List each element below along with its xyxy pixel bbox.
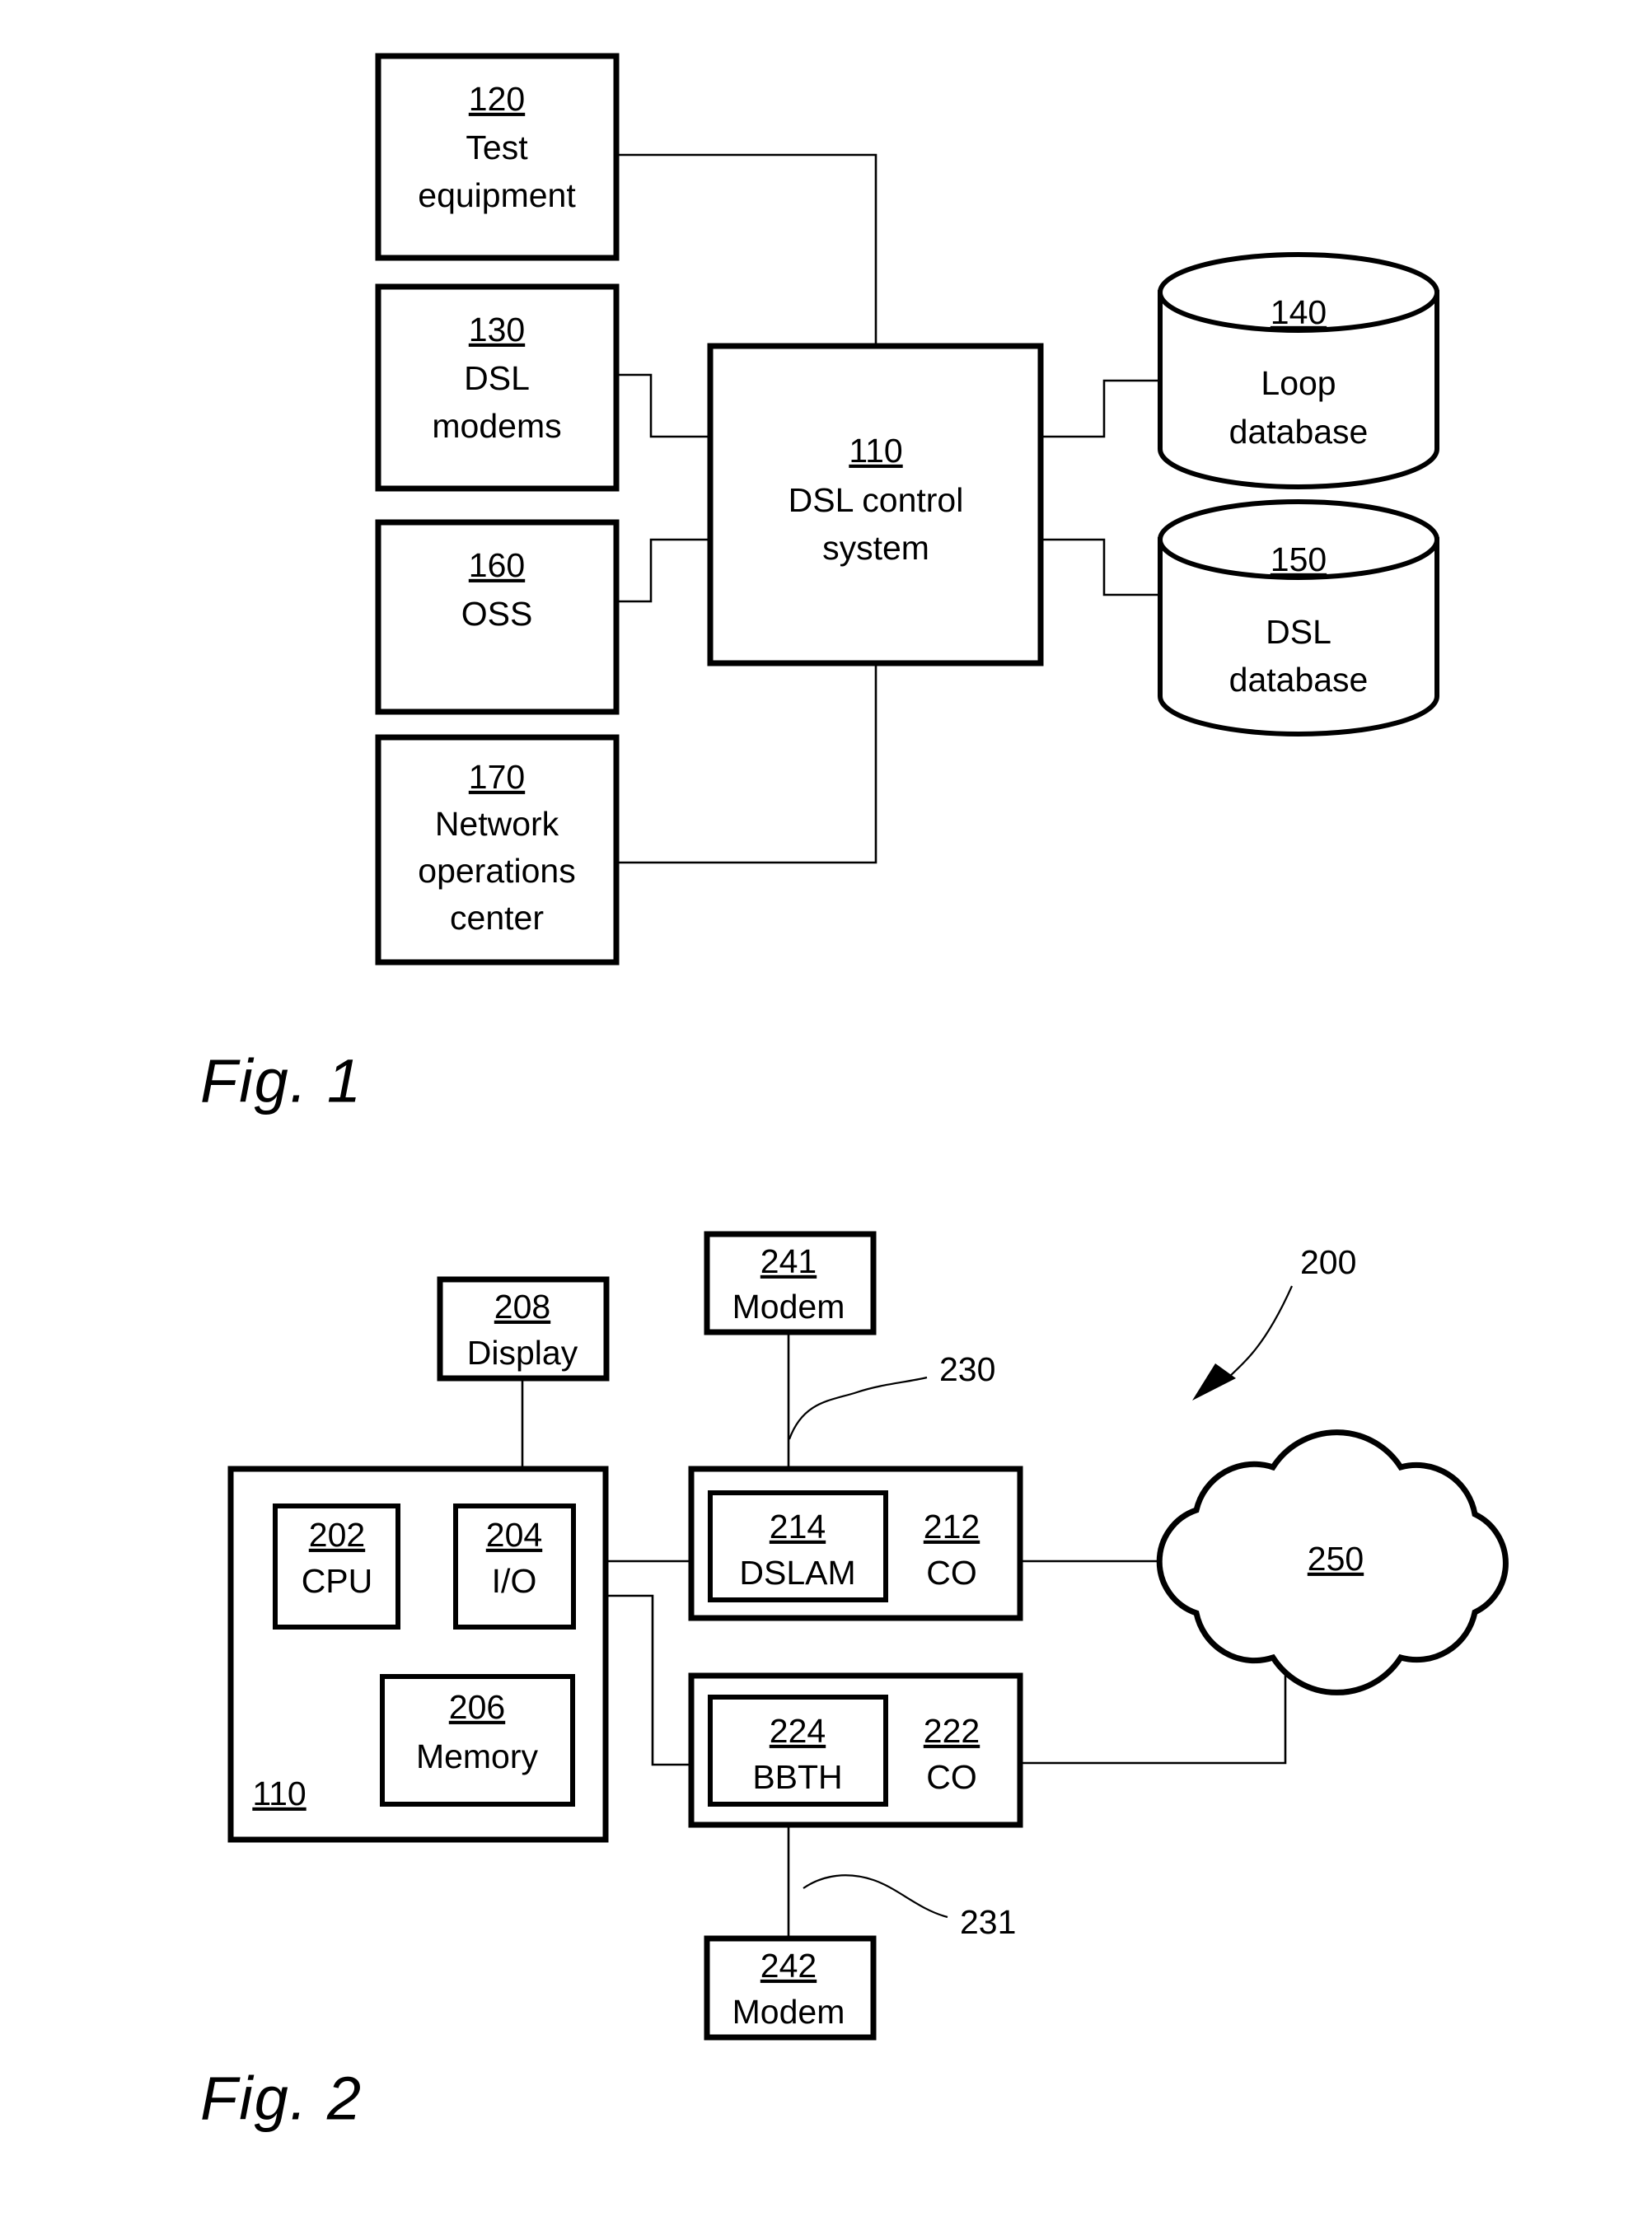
database-140-ref: 140 [1271,293,1327,331]
figure-2: 208 Display 241 Modem 242 Modem 110 202 … [200,1231,1509,2133]
database-140-line1: Loop [1261,364,1336,402]
connector-110-to-140 [1041,379,1160,438]
block-120-line2: equipment [418,176,576,214]
cloud-250-ref: 250 [1308,1540,1364,1578]
block-204-io: 204 I/O [453,1503,576,1630]
container-110-ref: 110 [252,1775,306,1812]
block-170-line1: Network [435,805,559,843]
block-204-label: I/O [492,1562,537,1600]
block-160-ref: 160 [469,546,525,584]
database-150-line2: database [1229,661,1369,699]
block-160-line1: OSS [461,595,533,633]
block-170-ref: 170 [469,758,525,796]
figure-1: 120 Test equipment 130 DSL modems 160 OS… [200,53,1439,1115]
block-202-ref: 202 [309,1516,365,1554]
block-160-oss: 160 OSS [375,519,620,715]
figure-1-caption: Fig. 1 [200,1047,363,1115]
block-130-dsl-modems: 130 DSL modems [375,283,620,492]
block-212-ref: 212 [924,1508,980,1546]
block-212-co-dslam-group: 214 DSLAM 212 CO [688,1466,1023,1621]
arrow-200-head [1192,1363,1236,1401]
block-214-label: DSLAM [739,1554,855,1592]
database-150-dsl-database: 150 DSL database [1158,499,1439,737]
block-130-line1: DSL [464,359,530,397]
callout-231-label: 231 [960,1903,1016,1941]
block-110-line2: system [822,529,929,567]
block-222-ref: 222 [924,1712,980,1750]
connector-120-to-110 [616,153,877,346]
block-212-label: CO [926,1554,977,1592]
block-208-ref: 208 [494,1288,550,1326]
block-170-line3: center [450,899,544,937]
connector-160-to-110 [616,538,710,603]
callout-230-label: 230 [939,1350,995,1388]
cloud-250-network: 250 [1156,1429,1509,1695]
block-208-label: Display [467,1334,578,1372]
database-140-loop-database: 140 Loop database [1158,252,1439,489]
block-206-label: Memory [416,1737,539,1775]
block-120-test-equipment: 120 Test equipment [375,53,620,261]
figure-2-caption: Fig. 2 [200,2065,363,2133]
block-224-ref: 224 [770,1712,826,1750]
block-202-cpu: 202 CPU [273,1503,400,1630]
block-241-label: Modem [732,1288,845,1326]
block-206-ref: 206 [449,1688,505,1726]
block-130-ref: 130 [469,311,525,348]
block-202-label: CPU [302,1562,373,1600]
block-120-line1: Test [466,129,528,166]
block-241-ref: 241 [760,1242,817,1280]
block-110-dsl-control-system: 110 DSL control system [707,343,1044,666]
block-214-ref: 214 [770,1508,826,1546]
block-242-modem: 242 Modem [704,1935,877,2041]
block-242-label: Modem [732,1993,845,2031]
block-130-line2: modems [432,407,561,445]
block-110-ref: 110 [849,432,902,470]
block-222-label: CO [926,1758,977,1796]
connector-cloud-to-co222 [1020,1662,1287,1765]
block-120-ref: 120 [469,80,525,118]
callout-200: 200 [1192,1243,1356,1401]
block-170-network-operations-center: 170 Network operations center [375,734,620,966]
block-208-display: 208 Display [437,1276,610,1382]
database-150-ref: 150 [1271,540,1327,578]
database-150-line1: DSL [1266,613,1331,651]
block-204-ref: 204 [486,1516,542,1554]
connector-170-to-110 [616,663,877,864]
callout-231: 231 [803,1874,1016,1941]
block-241-modem: 241 Modem [704,1231,877,1335]
connector-110-to-150 [1041,538,1160,596]
block-206-memory: 206 Memory [380,1674,575,1807]
block-170-line2: operations [418,852,575,890]
block-110-line1: DSL control [789,481,964,519]
figures-canvas: 120 Test equipment 130 DSL modems 160 OS… [200,53,1509,2133]
database-140-line2: database [1229,413,1369,451]
callout-200-label: 200 [1300,1243,1356,1281]
connector-130-to-110 [616,373,710,438]
block-224-label: BBTH [752,1758,842,1796]
callout-230: 230 [788,1350,995,1440]
patent-drawing-sheet: 120 Test equipment 130 DSL modems 160 OS… [0,0,1652,2226]
block-222-co-bbth-group: 224 BBTH 222 CO [688,1672,1023,1828]
block-242-ref: 242 [760,1947,817,1985]
